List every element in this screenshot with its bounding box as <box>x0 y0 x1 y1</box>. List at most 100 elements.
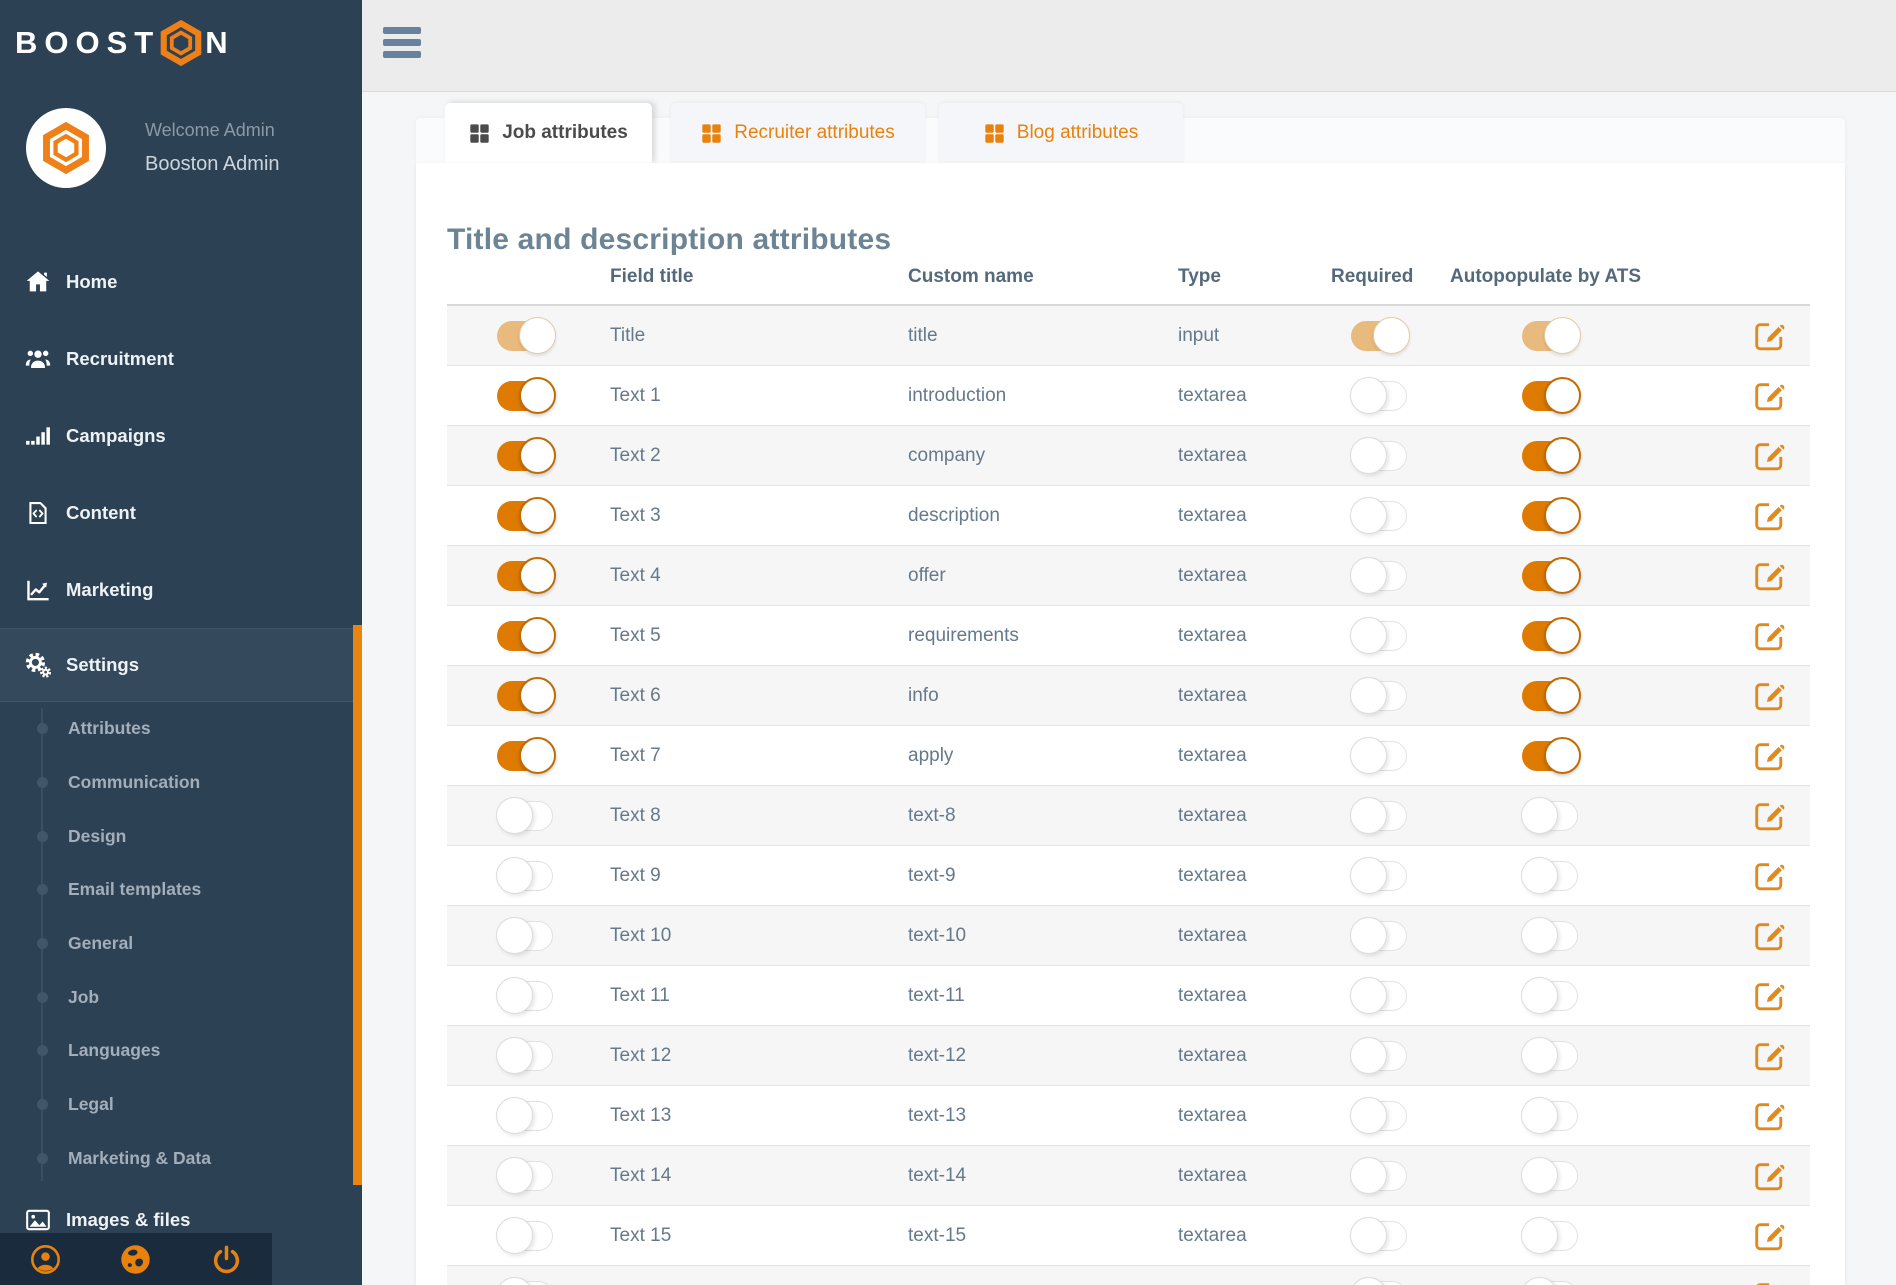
edit-button[interactable] <box>1753 859 1786 892</box>
sidebar-subitem-design[interactable]: Design <box>0 809 362 863</box>
sidebar-item-settings[interactable]: Settings <box>0 628 362 702</box>
edit-button[interactable] <box>1753 979 1786 1012</box>
autopopulate-toggle[interactable] <box>1522 1281 1578 1285</box>
autopopulate-toggle[interactable] <box>1522 861 1578 891</box>
required-toggle[interactable] <box>1351 981 1407 1011</box>
enabled-toggle[interactable] <box>497 981 553 1011</box>
autopopulate-toggle[interactable] <box>1522 441 1578 471</box>
required-toggle[interactable] <box>1351 561 1407 591</box>
enabled-toggle[interactable] <box>497 561 553 591</box>
edit-button[interactable] <box>1753 499 1786 532</box>
sidebar-subitem-languages[interactable]: Languages <box>0 1024 362 1078</box>
edit-button[interactable] <box>1753 739 1786 772</box>
edit-button[interactable] <box>1753 679 1786 712</box>
required-toggle[interactable] <box>1351 861 1407 891</box>
edit-button[interactable] <box>1753 439 1786 472</box>
autopopulate-toggle[interactable] <box>1522 921 1578 951</box>
custom-name-cell: text-13 <box>908 1105 966 1127</box>
required-toggle[interactable] <box>1351 801 1407 831</box>
edit-button[interactable] <box>1753 1039 1786 1072</box>
sidebar-item-campaigns[interactable]: Campaigns <box>0 397 362 474</box>
type-cell: textarea <box>1178 385 1247 407</box>
sidebar-subitem-legal[interactable]: Legal <box>0 1078 362 1132</box>
sidebar-subitem-job[interactable]: Job <box>0 970 362 1024</box>
edit-button[interactable] <box>1753 1279 1786 1285</box>
custom-name-cell: offer <box>908 565 946 587</box>
autopopulate-toggle[interactable] <box>1522 1161 1578 1191</box>
enabled-toggle[interactable] <box>497 1221 553 1251</box>
enabled-toggle[interactable] <box>497 501 553 531</box>
submenu-item-label: Marketing & Data <box>68 1148 211 1169</box>
autopopulate-toggle[interactable] <box>1522 321 1578 351</box>
enabled-toggle[interactable] <box>497 621 553 651</box>
enabled-toggle[interactable] <box>497 381 553 411</box>
required-toggle[interactable] <box>1351 1101 1407 1131</box>
edit-button[interactable] <box>1753 559 1786 592</box>
required-toggle[interactable] <box>1351 501 1407 531</box>
sidebar-subitem-email-templates[interactable]: Email templates <box>0 863 362 917</box>
user-circle-icon[interactable] <box>30 1244 61 1275</box>
user-profile: Welcome Admin Booston Admin <box>26 108 280 188</box>
required-toggle[interactable] <box>1351 921 1407 951</box>
autopopulate-toggle[interactable] <box>1522 1101 1578 1131</box>
hamburger-menu-icon[interactable] <box>383 27 421 58</box>
required-toggle[interactable] <box>1351 681 1407 711</box>
enabled-toggle[interactable] <box>497 1161 553 1191</box>
edit-button[interactable] <box>1753 319 1786 352</box>
enabled-toggle[interactable] <box>497 1041 553 1071</box>
tab-recruiter-attributes[interactable]: Recruiter attributes <box>671 103 925 163</box>
required-toggle[interactable] <box>1351 1221 1407 1251</box>
custom-name-cell: requirements <box>908 625 1019 647</box>
edit-button[interactable] <box>1753 919 1786 952</box>
edit-button[interactable] <box>1753 379 1786 412</box>
required-toggle[interactable] <box>1351 1281 1407 1285</box>
sidebar-item-marketing[interactable]: Marketing <box>0 551 362 628</box>
sidebar-item-content[interactable]: Content <box>0 474 362 551</box>
column-header-custom-name: Custom name <box>908 266 1034 288</box>
autopopulate-toggle[interactable] <box>1522 501 1578 531</box>
enabled-toggle[interactable] <box>497 1281 553 1285</box>
edit-button[interactable] <box>1753 619 1786 652</box>
edit-button[interactable] <box>1753 1159 1786 1192</box>
enabled-toggle[interactable] <box>497 681 553 711</box>
autopopulate-toggle[interactable] <box>1522 681 1578 711</box>
autopopulate-toggle[interactable] <box>1522 981 1578 1011</box>
required-toggle[interactable] <box>1351 441 1407 471</box>
edit-button[interactable] <box>1753 1219 1786 1252</box>
required-toggle[interactable] <box>1351 1161 1407 1191</box>
required-toggle[interactable] <box>1351 1041 1407 1071</box>
power-icon[interactable] <box>211 1244 242 1275</box>
autopopulate-toggle[interactable] <box>1522 1221 1578 1251</box>
enabled-toggle[interactable] <box>497 921 553 951</box>
sidebar-subitem-attributes[interactable]: Attributes <box>0 702 362 756</box>
enabled-toggle[interactable] <box>497 801 553 831</box>
tab-job-attributes[interactable]: Job attributes <box>445 103 652 163</box>
enabled-toggle[interactable] <box>497 1101 553 1131</box>
type-cell: textarea <box>1178 1225 1247 1247</box>
required-toggle[interactable] <box>1351 321 1407 351</box>
edit-button[interactable] <box>1753 799 1786 832</box>
autopopulate-toggle[interactable] <box>1522 561 1578 591</box>
edit-button[interactable] <box>1753 1099 1786 1132</box>
sidebar-subitem-communication[interactable]: Communication <box>0 756 362 810</box>
enabled-toggle[interactable] <box>497 741 553 771</box>
enabled-toggle[interactable] <box>497 321 553 351</box>
autopopulate-toggle[interactable] <box>1522 621 1578 651</box>
sidebar-subitem-marketing-data[interactable]: Marketing & Data <box>0 1132 362 1186</box>
type-cell: textarea <box>1178 1165 1247 1187</box>
required-toggle[interactable] <box>1351 741 1407 771</box>
autopopulate-toggle[interactable] <box>1522 801 1578 831</box>
settings-active-indicator <box>353 625 362 1185</box>
autopopulate-toggle[interactable] <box>1522 381 1578 411</box>
autopopulate-toggle[interactable] <box>1522 741 1578 771</box>
enabled-toggle[interactable] <box>497 441 553 471</box>
required-toggle[interactable] <box>1351 621 1407 651</box>
sidebar-subitem-general[interactable]: General <box>0 917 362 971</box>
required-toggle[interactable] <box>1351 381 1407 411</box>
sidebar-item-home[interactable]: Home <box>0 243 362 320</box>
tab-blog-attributes[interactable]: Blog attributes <box>939 103 1183 163</box>
enabled-toggle[interactable] <box>497 861 553 891</box>
autopopulate-toggle[interactable] <box>1522 1041 1578 1071</box>
globe-icon[interactable] <box>120 1244 151 1275</box>
sidebar-item-recruitment[interactable]: Recruitment <box>0 320 362 397</box>
